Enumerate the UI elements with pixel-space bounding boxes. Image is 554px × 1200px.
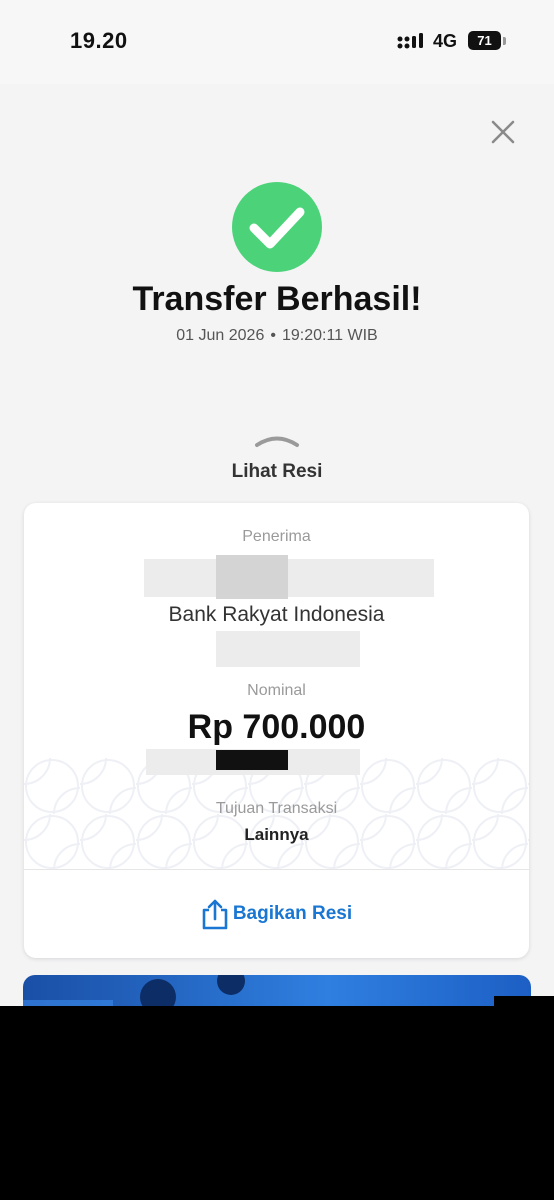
receipt-card: Penerima Bank Rakyat Indonesia Nominal R… <box>24 503 529 958</box>
network-type: 4G <box>433 31 458 51</box>
recipient-label: Penerima <box>242 528 311 545</box>
page-title: Transfer Berhasil! <box>132 280 422 318</box>
share-receipt-button[interactable]: Bagikan Resi <box>24 870 529 958</box>
battery-tip <box>503 37 506 45</box>
transaction-date: 01 Jun 2026 <box>176 327 265 344</box>
redacted-note-dark <box>216 750 288 770</box>
share-receipt-label: Bagikan Resi <box>232 903 353 924</box>
check-icon <box>232 182 322 272</box>
view-receipt-button[interactable]: Lihat Resi <box>0 461 554 483</box>
redacted-block <box>216 555 288 599</box>
recipient-bank: Bank Rakyat Indonesia <box>168 603 385 626</box>
purpose-value: Lainnya <box>244 825 309 844</box>
redacted-recipient-name <box>144 559 434 597</box>
transaction-datetime: 01 Jun 2026 • 19:20:11 WIB <box>0 327 554 345</box>
datetime-separator: • <box>270 327 276 344</box>
battery-icon: 71 <box>468 31 501 50</box>
purpose-label: Tujuan Transaksi <box>215 800 338 817</box>
amount-label: Nominal <box>247 682 306 699</box>
amount-value: Rp 700.000 <box>187 708 366 746</box>
signal-icon <box>397 33 423 49</box>
status-bar: 19.20 4G 71 <box>0 0 554 84</box>
black-overlay <box>0 1006 554 1200</box>
share-icon <box>202 899 228 930</box>
status-time: 19.20 <box>70 28 128 53</box>
close-icon[interactable] <box>488 117 518 147</box>
transaction-time: 19:20:11 WIB <box>281 327 378 344</box>
redacted-account-number <box>216 631 360 667</box>
chevron-up-icon[interactable] <box>254 432 300 448</box>
